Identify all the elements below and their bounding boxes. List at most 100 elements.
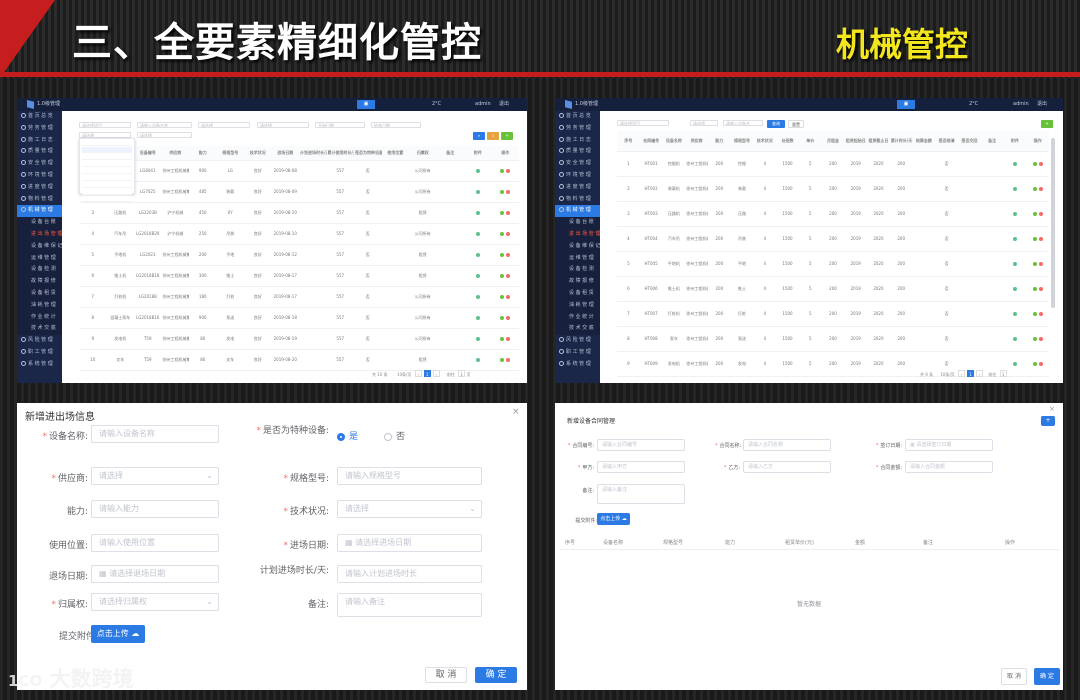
search-button[interactable]: 查询 xyxy=(767,120,785,128)
goto-page-input[interactable]: 1 xyxy=(999,370,1007,377)
delete-icon[interactable] xyxy=(1038,187,1043,191)
sidebar-item[interactable]: 机 械 管 理 xyxy=(17,205,62,218)
pagination-size[interactable]: 10条/页 xyxy=(397,372,411,377)
delete-icon[interactable] xyxy=(506,190,511,194)
dropdown-option[interactable] xyxy=(82,147,132,153)
filter-owner[interactable]: 请选择 xyxy=(137,132,192,138)
form-input[interactable]: 请输入乙方 xyxy=(743,461,831,473)
sidebar-item[interactable]: 风 险 管 理 xyxy=(555,335,600,347)
filter-dropdown-popup[interactable] xyxy=(79,138,135,202)
sidebar-item[interactable]: 油 耗 管 理 xyxy=(17,299,62,312)
cancel-button[interactable]: 取 消 xyxy=(425,667,467,683)
cancel-button[interactable]: 取 消 xyxy=(1001,668,1027,685)
attachment-icon[interactable] xyxy=(475,274,480,278)
dropdown-option[interactable] xyxy=(82,161,132,167)
edit-icon[interactable] xyxy=(500,211,505,215)
export-button[interactable]: ⇩ xyxy=(487,132,499,140)
form-input[interactable]: 请输入合同金额 xyxy=(905,461,993,473)
table-row[interactable]: 2HT002装载机徐州工程机械集团有限公司200装载41500520020192… xyxy=(617,176,1049,202)
sidebar-item[interactable]: 安 全 管 理 xyxy=(17,158,62,170)
form-input[interactable]: ▦ 请选择进场日期 xyxy=(337,534,482,552)
table-row[interactable]: 5HT005平地机徐州工程机械集团有限公司200平地41500520020192… xyxy=(617,251,1049,277)
edit-icon[interactable] xyxy=(1032,187,1037,191)
form-input[interactable]: ▦ 请选择退场日期 xyxy=(91,565,219,583)
attachment-icon[interactable] xyxy=(1012,287,1017,291)
dropdown-option[interactable] xyxy=(82,154,132,160)
sidebar-item[interactable]: 职 工 管 理 xyxy=(555,347,600,359)
form-input[interactable]: 请输入能力 xyxy=(91,500,219,518)
edit-icon[interactable] xyxy=(1032,287,1037,291)
table-row[interactable]: 10叉车T59徐州工程机械集团有限公司80叉车良好2019-08-20557否租… xyxy=(79,349,519,371)
edit-icon[interactable] xyxy=(1032,337,1037,341)
table-row[interactable]: 3HT003压路机徐州工程机械集团有限公司200压路41500520020192… xyxy=(617,201,1049,227)
add-button[interactable]: + xyxy=(1041,120,1053,128)
attachment-icon[interactable] xyxy=(475,232,480,236)
delete-icon[interactable] xyxy=(1038,362,1043,366)
attachment-icon[interactable] xyxy=(475,316,480,320)
pagination-size[interactable]: 10条/页 xyxy=(940,372,954,377)
table-row[interactable]: 8混凝土泵车LG2018B16徐州工程机械集团有限公司900泵送良好2019-0… xyxy=(79,307,519,329)
form-input[interactable]: 请输入备注 xyxy=(337,593,482,617)
form-input[interactable]: 请输入备注 xyxy=(597,484,685,504)
attachment-icon[interactable] xyxy=(1012,212,1017,216)
search-button[interactable]: ⌕ xyxy=(473,132,485,140)
edit-icon[interactable] xyxy=(500,295,505,299)
add-button[interactable]: + xyxy=(501,132,513,140)
form-input[interactable]: 请输入甲方 xyxy=(597,461,685,473)
sidebar-item[interactable]: 施 工 日 志 xyxy=(555,135,600,147)
attachment-icon[interactable] xyxy=(475,253,480,257)
sidebar-item[interactable]: 风 险 管 理 xyxy=(17,335,62,347)
dropdown-option[interactable] xyxy=(82,168,132,174)
upload-button[interactable]: 点击上传 ☁ xyxy=(91,625,145,643)
edit-icon[interactable] xyxy=(500,358,505,362)
sidebar-item[interactable]: 系 统 管 理 xyxy=(17,359,62,371)
confirm-button[interactable]: 确 定 xyxy=(475,667,517,683)
table-row[interactable]: 4HT004汽车吊徐州工程机械集团有限公司200吊装41500520020192… xyxy=(617,226,1049,252)
table-row[interactable]: 7HT007打桩机徐州工程机械集团有限公司200打桩41500520020192… xyxy=(617,301,1049,327)
edit-icon[interactable] xyxy=(500,232,505,236)
sidebar-item[interactable]: 机 械 管 理 xyxy=(555,205,600,218)
sidebar-item[interactable]: 进 度 管 理 xyxy=(17,182,62,194)
prev-page-button[interactable]: ‹ xyxy=(414,370,422,377)
delete-icon[interactable] xyxy=(1038,312,1043,316)
attachment-icon[interactable] xyxy=(475,295,480,299)
sidebar-item[interactable]: 油 耗 管 理 xyxy=(555,299,600,312)
attachment-icon[interactable] xyxy=(1012,312,1017,316)
attachment-icon[interactable] xyxy=(475,190,480,194)
sidebar-item[interactable]: 系 统 管 理 xyxy=(555,359,600,371)
edit-icon[interactable] xyxy=(500,337,505,341)
edit-icon[interactable] xyxy=(1032,162,1037,166)
sidebar-item[interactable]: 物 料 管 理 xyxy=(555,194,600,206)
prev-page-button[interactable]: ‹ xyxy=(958,370,966,377)
sidebar-item[interactable]: 技 术 交 底 xyxy=(555,323,600,336)
sidebar-item[interactable]: 设 备 维 保 记 录 xyxy=(555,240,600,253)
add-row-button[interactable]: + xyxy=(1041,416,1055,426)
attachment-icon[interactable] xyxy=(1012,162,1017,166)
goto-page-input[interactable]: 1 xyxy=(458,370,466,377)
delete-icon[interactable] xyxy=(1038,237,1043,241)
sidebar-item[interactable]: 作 业 统 计 xyxy=(555,311,600,324)
edit-icon[interactable] xyxy=(500,316,505,320)
sidebar-item[interactable]: 运 维 管 理 xyxy=(17,252,62,265)
attachment-icon[interactable] xyxy=(1012,262,1017,266)
sidebar-item[interactable]: 环 境 管 理 xyxy=(17,170,62,182)
form-input[interactable]: 请选择 ⌄ xyxy=(91,467,219,485)
edit-icon[interactable] xyxy=(500,190,505,194)
page-number[interactable]: 1 xyxy=(423,370,431,377)
delete-icon[interactable] xyxy=(1038,212,1043,216)
sidebar-item[interactable]: 环 境 管 理 xyxy=(555,170,600,182)
table-row[interactable]: 5平地机LG2023徐州工程机械集团有限公司200平地良好2019-08-12 5… xyxy=(79,244,519,266)
table-row[interactable]: 2装载机LG7025徐州工程机械集团有限公司485装载良好2019-08-095… xyxy=(79,181,519,203)
next-page-button[interactable]: › xyxy=(976,370,984,377)
edit-icon[interactable] xyxy=(500,169,505,173)
delete-icon[interactable] xyxy=(506,169,511,173)
filter-device-name[interactable]: 请输入设备名称 xyxy=(137,122,192,128)
edit-icon[interactable] xyxy=(1032,362,1037,366)
table-row[interactable]: 6HT006推土机徐州工程机械集团有限公司200推土41500520020192… xyxy=(617,276,1049,302)
table-row[interactable]: 1HT001挖掘机徐州工程机械集团有限公司200挖掘41500520020192… xyxy=(617,151,1049,177)
dropdown-option[interactable] xyxy=(82,140,132,146)
special-equipment-radio-group[interactable]: 是否 xyxy=(337,429,405,442)
table-scrollbar[interactable] xyxy=(1051,138,1055,308)
radio-no[interactable] xyxy=(384,432,393,441)
delete-icon[interactable] xyxy=(506,232,511,236)
